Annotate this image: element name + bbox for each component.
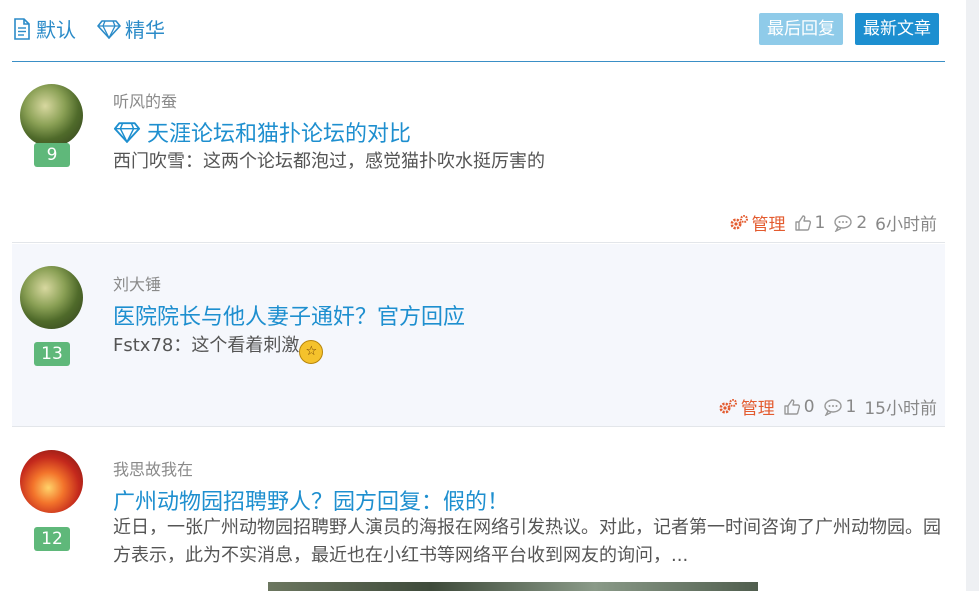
comment-icon: [834, 214, 853, 232]
post-time: 15小时前: [864, 399, 937, 419]
post-author[interactable]: 听风的蚕: [113, 88, 177, 112]
post-title-link[interactable]: 广州动物园招聘野人？园方回复：假的！: [113, 484, 509, 516]
thumbs-up-icon: [794, 214, 811, 231]
post-title-text: 广州动物园招聘野人？园方回复：假的！: [113, 490, 510, 515]
post-title-link[interactable]: 天涯论坛和猫扑论坛的对比: [113, 116, 411, 148]
tab-default-label: 默认: [36, 18, 76, 42]
manage-link[interactable]: 管理: [718, 394, 775, 419]
like-count: 0: [803, 396, 815, 417]
sort-newest-button[interactable]: 最新文章: [855, 13, 939, 45]
post-meta: 管理 1 2 6小时前: [729, 210, 937, 235]
diamond-icon: [97, 19, 121, 39]
manage-label: 管理: [751, 215, 786, 235]
post-author[interactable]: 刘大锤: [113, 271, 161, 295]
manage-link[interactable]: 管理: [729, 210, 786, 235]
document-icon: [14, 17, 30, 40]
reply-count-badge: 9: [34, 143, 70, 167]
post-excerpt: Fstx78：这个看着刺激 ☆: [113, 332, 943, 364]
laughing-emoji-icon: ☆: [299, 340, 324, 364]
avatar[interactable]: [20, 84, 83, 147]
like-count: 1: [814, 212, 826, 233]
comment-button[interactable]: 1: [823, 396, 857, 417]
tab-featured-label: 精华: [125, 18, 165, 42]
manage-label: 管理: [740, 399, 775, 419]
avatar[interactable]: [20, 266, 83, 329]
post-excerpt: 近日，一张广州动物园招聘野人演员的海报在网络引发热议。对此，记者第一时间咨询了广…: [113, 517, 941, 566]
comment-count: 1: [845, 396, 857, 417]
post-excerpt-text: Fstx78：这个看着刺激: [113, 335, 300, 356]
comment-icon: [823, 398, 842, 416]
post-title-text: 天涯论坛和猫扑论坛的对比: [147, 122, 412, 147]
comment-button[interactable]: 2: [833, 213, 867, 233]
gears-icon: [719, 398, 737, 413]
list-toolbar: 默认 精华 最后回复 最新文章: [12, 0, 945, 62]
post-title-link[interactable]: 医院院长与他人妻子通奸？官方回应: [113, 299, 465, 331]
divider: [12, 242, 945, 243]
post-title-text: 医院院长与他人妻子通奸？官方回应: [113, 305, 466, 330]
list-item[interactable]: 12 我思故我在 广州动物园招聘野人？园方回复：假的！ 近日，一张广州动物园招聘…: [12, 428, 945, 591]
tab-featured[interactable]: 精华: [97, 14, 165, 43]
like-button[interactable]: 1: [794, 212, 826, 233]
post-author[interactable]: 我思故我在: [113, 456, 193, 480]
post-meta: 管理 0 1 15小时前: [718, 394, 937, 419]
scrollbar-track[interactable]: [966, 0, 979, 591]
sort-last-reply-button[interactable]: 最后回复: [759, 13, 843, 45]
post-time: 6小时前: [875, 215, 937, 235]
like-button[interactable]: 0: [783, 397, 815, 417]
tab-default[interactable]: 默认: [12, 14, 76, 43]
list-item[interactable]: 9 听风的蚕 天涯论坛和猫扑论坛的对比 西门吹雪：这两个论坛都泡过，感觉猫扑吹水…: [12, 66, 945, 243]
post-excerpt: 西门吹雪：这两个论坛都泡过，感觉猫扑吹水挺厉害的: [113, 151, 545, 172]
divider: [12, 426, 945, 427]
reply-count-badge: 13: [34, 342, 70, 366]
avatar[interactable]: [20, 450, 83, 513]
thumbs-up-icon: [784, 398, 800, 415]
reply-count-badge: 12: [34, 527, 70, 551]
list-item[interactable]: 13 刘大锤 医院院长与他人妻子通奸？官方回应 Fstx78：这个看着刺激 ☆ 管…: [12, 244, 945, 427]
gears-icon: [730, 214, 748, 229]
comment-count: 2: [856, 212, 868, 233]
diamond-icon: [113, 122, 141, 143]
post-thumbnail-image[interactable]: [268, 582, 758, 591]
